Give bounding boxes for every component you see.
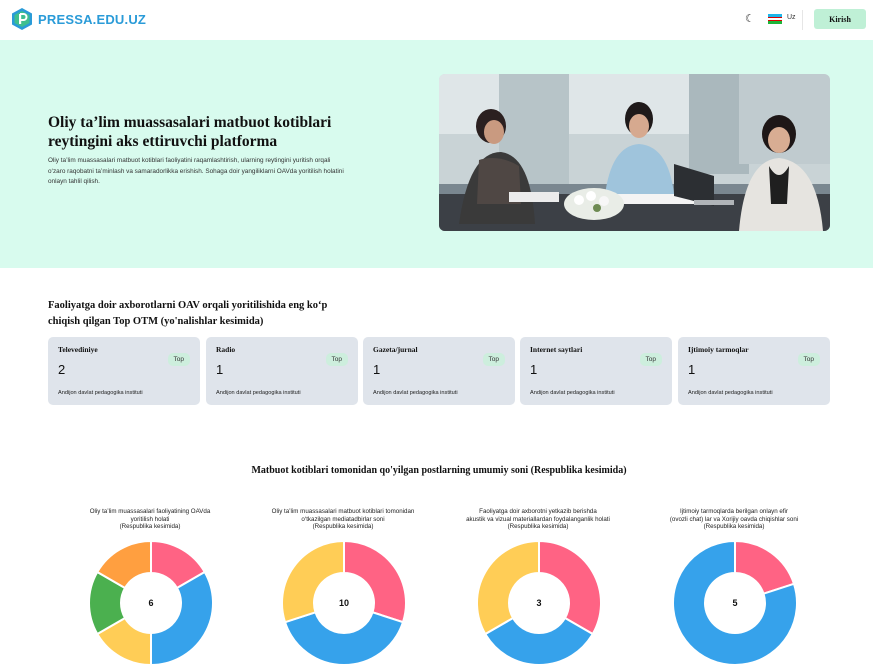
top-badge: Top [639, 353, 662, 366]
chart-caption-line: yoritilish holati [130, 515, 170, 523]
card-institution: Andijon davlat pedagogika instituti [530, 390, 615, 396]
card-title: Internet saytlari [530, 345, 583, 354]
top-card-internet-saytlari[interactable]: Internet saytlari Top 1 Andijon davlat p… [520, 337, 672, 405]
site-logo[interactable]: PRESSA.EDU.UZ [11, 8, 146, 30]
chart-caption-3: Faoliyatga doir axborotni yetkazib beris… [438, 508, 638, 531]
top-otm-title: Faoliyatga doir axborotlarni OAV orqali … [48, 300, 328, 327]
card-institution: Andijon davlat pedagogika instituti [373, 390, 458, 396]
site-name: PRESSA.EDU.UZ [38, 11, 147, 27]
top-card-ijtimoiy-tarmoqlar[interactable]: Ijtimoiy tarmoqlar Top 1 Andijon davlat … [678, 337, 830, 405]
top-card-gazeta-jurnal[interactable]: Gazeta/jurnal Top 1 Andijon davlat pedag… [363, 337, 515, 405]
hero-photo [439, 74, 830, 231]
top-badge: Top [482, 353, 505, 366]
donut-slice[interactable] [281, 540, 345, 624]
donut-slice[interactable] [343, 540, 407, 624]
card-institution: Andijon davlat pedagogika instituti [688, 390, 773, 396]
hero-title: Oliy ta’lim muassasalari matbuot kotibla… [48, 114, 332, 150]
card-title: Televediniye [58, 345, 98, 354]
moon-icon[interactable]: ☾ [745, 12, 755, 25]
chart-caption-line: akustik va vizual materiallardan foydala… [466, 515, 610, 523]
logo-icon [12, 8, 32, 30]
chart-caption-4: Ijtimoiy tarmoqlarda berilgan onlayn efi… [634, 508, 834, 531]
donut-chart-4[interactable]: 5 [672, 540, 798, 666]
chart-caption-line: (Respublika kesimida) [703, 523, 765, 531]
donut-chart-3[interactable]: 3 [476, 540, 602, 666]
card-value: 1 [688, 362, 696, 377]
card-value: 1 [216, 362, 224, 377]
top-card-radio[interactable]: Radio Top 1 Andijon davlat pedagogika in… [206, 337, 358, 405]
donut-slice[interactable] [283, 611, 405, 666]
donut-slice[interactable] [476, 540, 540, 636]
top-badge: Top [797, 353, 820, 366]
header-divider [802, 10, 803, 30]
card-value: 2 [58, 362, 66, 377]
language-selector[interactable]: Uz [787, 14, 796, 21]
chart-caption-1: Oliy ta’lim muassasalari faoliyatining O… [50, 508, 250, 531]
donut-center-label: 10 [339, 598, 349, 608]
card-title: Gazeta/jurnal [373, 345, 418, 354]
chart-caption-2: Oliy ta’lim muassasalari matbuot kotibla… [243, 508, 443, 531]
card-value: 1 [373, 362, 381, 377]
top-navbar: PRESSA.EDU.UZ ☾ Uz Kirish [0, 0, 873, 40]
chart-caption-line: Oliy ta’lim muassasalari faoliyatining O… [89, 508, 211, 515]
card-institution: Andijon davlat pedagogika instituti [216, 390, 301, 396]
uzbekistan-flag-icon[interactable] [768, 14, 782, 25]
chart-caption-line: (Respublika kesimida) [507, 523, 569, 531]
chart-caption-line: (Respublika kesimida) [312, 523, 374, 531]
login-button[interactable]: Kirish [814, 9, 866, 29]
donut-center-label: 3 [536, 598, 541, 608]
hero-description: Oliy ta’lim muassasalari matbuot kotibla… [48, 157, 344, 185]
card-institution: Andijon davlat pedagogika instituti [58, 390, 143, 396]
card-title: Ijtimoiy tarmoqlar [688, 345, 749, 354]
donut-chart-2[interactable]: 10 [281, 540, 407, 666]
chart-caption-line: Oliy ta’lim muassasalari matbuot kotibla… [271, 508, 415, 515]
top-card-televediniye[interactable]: Televediniye Top 2 Andijon davlat pedago… [48, 337, 200, 405]
hero-section: Oliy ta’lim muassasalari matbuot kotibla… [0, 40, 873, 268]
top-badge: Top [167, 353, 190, 366]
donut-center-label: 6 [148, 598, 153, 608]
charts-section-title: Matbuot kotiblari tomonidan qo'yilgan po… [251, 465, 627, 476]
donut-center-label: 5 [732, 598, 737, 608]
chart-caption-line: Ijtimoiy tarmoqlarda berilgan onlayn efi… [680, 508, 788, 515]
chart-caption-line: Faoliyatga doir axborotni yetkazib beris… [479, 508, 597, 515]
donut-slice[interactable] [150, 570, 214, 666]
card-title: Radio [216, 345, 236, 354]
card-value: 1 [530, 362, 538, 377]
chart-caption-line: (ovozli chat) lar va Xorijiy oavda chiqi… [669, 515, 799, 523]
chart-caption-line: (Respublika kesimida) [119, 523, 181, 531]
donut-chart-1[interactable]: 6 [88, 540, 214, 666]
top-badge: Top [325, 353, 348, 366]
chart-caption-line: o‘tkazilgan mediatadbirlar soni [301, 515, 385, 523]
